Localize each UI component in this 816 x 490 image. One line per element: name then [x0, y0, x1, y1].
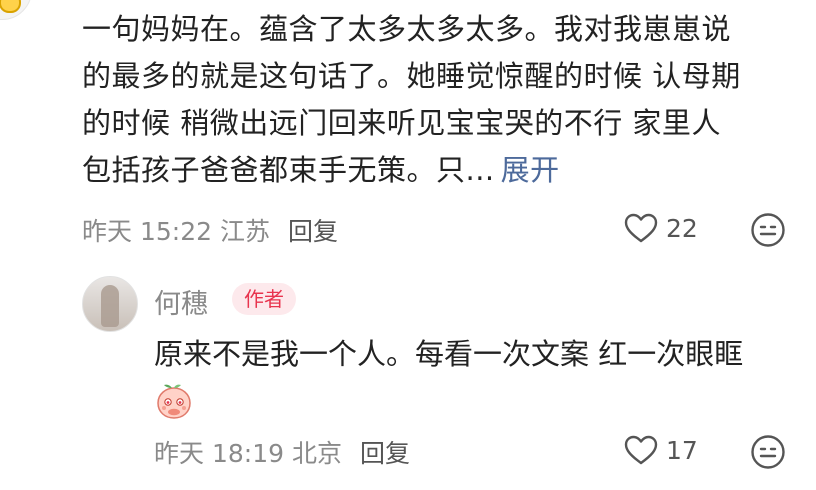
reply-author-name[interactable]: 何穗	[154, 282, 208, 321]
comment-text: 一句妈妈在。蕴含了太多太多太多。我对我崽崽说 的最多的就是这句话了。她睡觉惊醒的…	[82, 6, 802, 194]
comment-meta: 昨天 15:22 江苏 回复	[82, 212, 338, 248]
reply-meta: 昨天 18:19 北京 回复	[154, 434, 410, 470]
comment-time: 15:22	[139, 217, 213, 246]
comment-line: 的最多的就是这句话了。她睡觉惊醒的时候 认母期	[82, 59, 741, 93]
comment-line-text: 包括孩子爸爸都束手无策。只...	[82, 153, 495, 187]
reply-location: 北京	[291, 439, 342, 468]
reply-time: 18:19	[211, 439, 285, 468]
emoji-reaction-button[interactable]	[750, 212, 786, 252]
lightbulb-icon	[0, 0, 21, 13]
comment-date: 昨天	[82, 217, 133, 246]
comment-line: 包括孩子爸爸都束手无策。只... 展开	[82, 147, 802, 194]
heart-icon	[624, 213, 658, 243]
comment-line: 一句妈妈在。蕴含了太多太多太多。我对我崽崽说	[82, 12, 732, 46]
comment-like-button[interactable]: 22	[624, 212, 698, 244]
reply-date: 昨天	[154, 439, 205, 468]
emoji-reaction-button[interactable]	[750, 434, 786, 474]
reply-button[interactable]: 回复	[288, 212, 338, 248]
comment-line: 的时候 稍微出远门回来听见宝宝哭的不行 家里人	[82, 106, 721, 140]
comment-location: 江苏	[219, 217, 270, 246]
reply-reply-button[interactable]: 回复	[360, 434, 410, 470]
like-count: 17	[666, 435, 698, 465]
heart-icon	[624, 435, 658, 465]
comment-timestamp: 昨天 15:22 江苏	[82, 212, 270, 248]
commenter-avatar[interactable]	[0, 0, 32, 20]
like-count: 22	[666, 213, 698, 243]
avatar-figure	[101, 285, 119, 327]
reply-text: 原来不是我一个人。每看一次文案 红一次眼眶	[154, 337, 744, 371]
author-badge: 作者	[232, 283, 296, 315]
emoji-face-icon	[751, 213, 785, 247]
expand-link[interactable]: 展开	[501, 153, 560, 187]
reply-author-avatar[interactable]	[82, 276, 138, 332]
reply-like-button[interactable]: 17	[624, 434, 698, 466]
reply-timestamp: 昨天 18:19 北京	[154, 434, 342, 470]
emoji-face-icon	[751, 435, 785, 469]
peach-sticker-icon	[154, 382, 194, 424]
